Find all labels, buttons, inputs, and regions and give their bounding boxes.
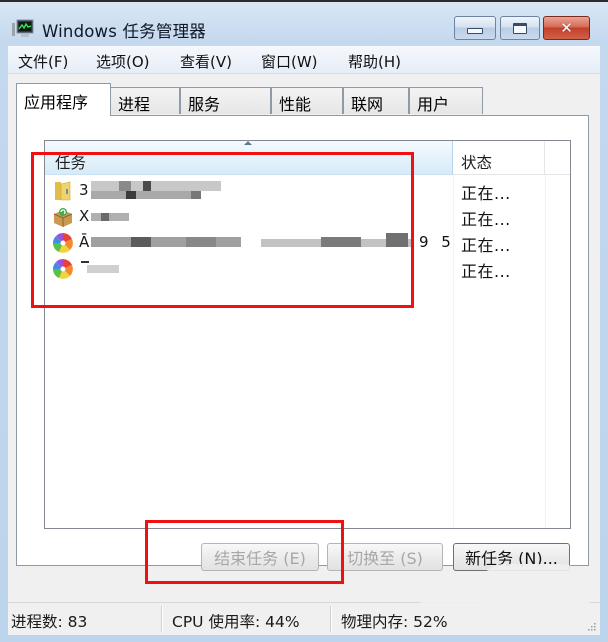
minimize-icon [467, 28, 483, 34]
package-box-icon [53, 208, 73, 227]
status-bar: 进程数: 83 CPU 使用率: 44% 物理内存: 52% [8, 602, 600, 635]
cpu-usage: CPU 使用率: 44% [172, 613, 300, 631]
task-row[interactable]: 3 正在... [45, 177, 570, 203]
window-title: Windows 任务管理器 [42, 22, 206, 41]
task-list-header: 任务 状态 [45, 141, 570, 175]
applications-pane: 任务 状态 3 正在... X 正在... Ā 9 5 正在... 正在... … [16, 115, 589, 571]
task-row[interactable]: Ā 9 5 正在... [45, 229, 570, 255]
obscured-task-name [91, 181, 221, 203]
task-manager-window: Windows 任务管理器 ✕ 文件(F) 选项(O) 查看(V) 窗口(W) … [0, 0, 608, 642]
sort-ascending-icon [244, 141, 252, 145]
status-separator [161, 606, 162, 632]
maximize-icon [513, 22, 527, 34]
tab-users[interactable]: 用户 [409, 87, 483, 114]
task-status: 正在... [461, 236, 511, 255]
menu-view[interactable]: 查看(V) [180, 51, 232, 72]
task-name-suffix: 9 5 [419, 233, 455, 251]
menu-options[interactable]: 选项(O) [96, 51, 150, 72]
task-status: 正在... [461, 210, 511, 229]
column-header-task[interactable]: 任务 [45, 141, 453, 175]
color-wheel-icon [52, 233, 73, 253]
close-icon: ✕ [560, 19, 573, 37]
switch-to-button[interactable]: 切换至 (S) [327, 543, 443, 571]
tab-performance[interactable]: 性能 [271, 87, 343, 114]
task-name: Ā [79, 233, 90, 251]
physical-memory: 物理内存: 52% [341, 613, 448, 631]
obscured-task-name [91, 233, 411, 255]
task-status: 正在... [461, 262, 511, 281]
menu-window[interactable]: 窗口(W) [261, 51, 318, 72]
task-manager-monitor-icon [12, 19, 34, 37]
folder-icon [55, 181, 71, 201]
column-label-status: 状态 [461, 154, 493, 172]
task-row[interactable]: 正在... [45, 255, 570, 281]
task-name: 3 [79, 181, 89, 199]
new-task-button[interactable]: 新任务 (N)... [453, 543, 570, 571]
menu-help[interactable]: 帮助(H) [348, 51, 401, 72]
menu-bar: 文件(F) 选项(O) 查看(V) 窗口(W) 帮助(H) [8, 46, 600, 74]
close-button[interactable]: ✕ [543, 16, 590, 40]
task-row[interactable]: X 正在... [45, 203, 570, 229]
task-name: X [79, 207, 90, 225]
tab-services[interactable]: 服务 [180, 87, 271, 114]
title-bar[interactable]: Windows 任务管理器 ✕ [0, 2, 608, 46]
minimize-button[interactable] [454, 16, 496, 40]
tab-networking[interactable]: 联网 [343, 87, 409, 114]
column-header-filler [545, 141, 570, 175]
maximize-button[interactable] [500, 16, 540, 40]
client-area: 文件(F) 选项(O) 查看(V) 窗口(W) 帮助(H) 应用程序 进程 服务… [8, 46, 600, 635]
task-status: 正在... [461, 184, 511, 203]
obscured-task-name [91, 207, 131, 229]
tab-applications[interactable]: 应用程序 [16, 83, 111, 116]
resize-grip-icon[interactable] [586, 621, 596, 631]
column-header-status[interactable]: 状态 [453, 141, 545, 175]
status-separator [330, 606, 331, 632]
end-task-button[interactable]: 结束任务 (E) [201, 543, 319, 571]
column-label-task: 任务 [55, 154, 87, 172]
task-list[interactable]: 任务 状态 3 正在... X 正在... Ā 9 5 正在... 正在... [44, 140, 571, 529]
obscured-task-name [81, 259, 121, 281]
menu-file[interactable]: 文件(F) [18, 51, 68, 72]
tab-processes[interactable]: 进程 [110, 87, 180, 114]
process-count: 进程数: 83 [11, 613, 88, 631]
color-wheel-icon [52, 259, 73, 279]
